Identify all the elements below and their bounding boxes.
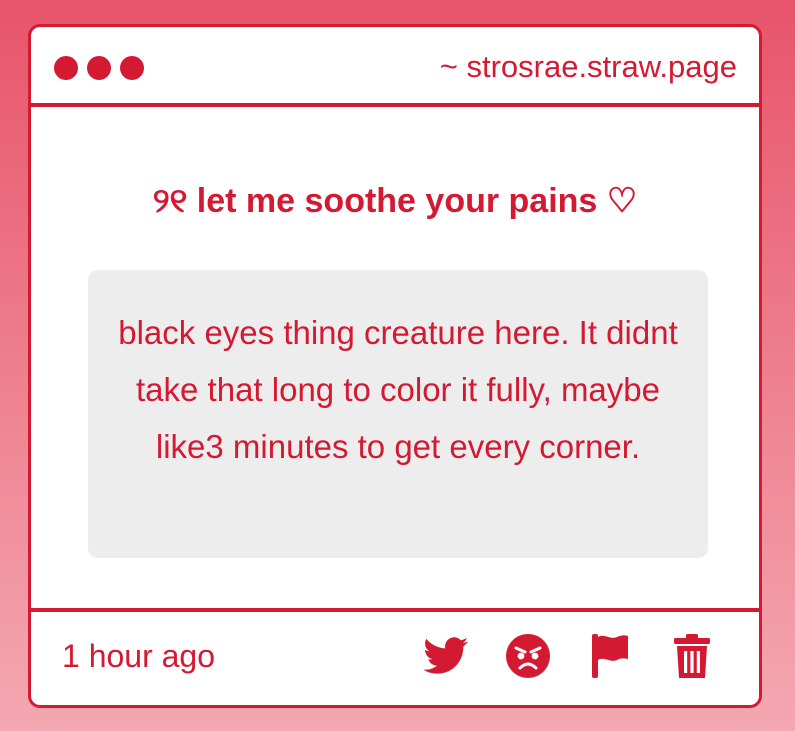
report-button[interactable]	[587, 633, 633, 679]
twitter-icon	[423, 637, 469, 674]
twitter-share-button[interactable]	[423, 633, 469, 679]
trash-icon	[674, 634, 710, 678]
action-bar	[387, 633, 715, 679]
react-button[interactable]	[505, 633, 551, 679]
window-dot	[120, 56, 144, 80]
message-text: black eyes thing creature here. It didnt…	[118, 314, 678, 465]
post-content: ୨୧ let me soothe your pains ♡ black eyes…	[31, 107, 759, 612]
post-footer: 1 hour ago	[31, 608, 759, 705]
delete-button[interactable]	[669, 633, 715, 679]
post-title: ୨୧ let me soothe your pains ♡	[152, 182, 638, 220]
flag-icon	[592, 634, 628, 678]
window-dot	[54, 56, 78, 80]
window-dot	[87, 56, 111, 80]
post-card: ~ strosrae.straw.page ୨୧ let me soothe y…	[28, 24, 762, 708]
window-titlebar: ~ strosrae.straw.page	[31, 27, 759, 107]
page-url[interactable]: ~ strosrae.straw.page	[440, 47, 737, 87]
angry-face-icon	[506, 634, 550, 678]
timestamp: 1 hour ago	[62, 638, 216, 674]
message-box: black eyes thing creature here. It didnt…	[88, 270, 708, 558]
window-dots	[54, 56, 144, 80]
